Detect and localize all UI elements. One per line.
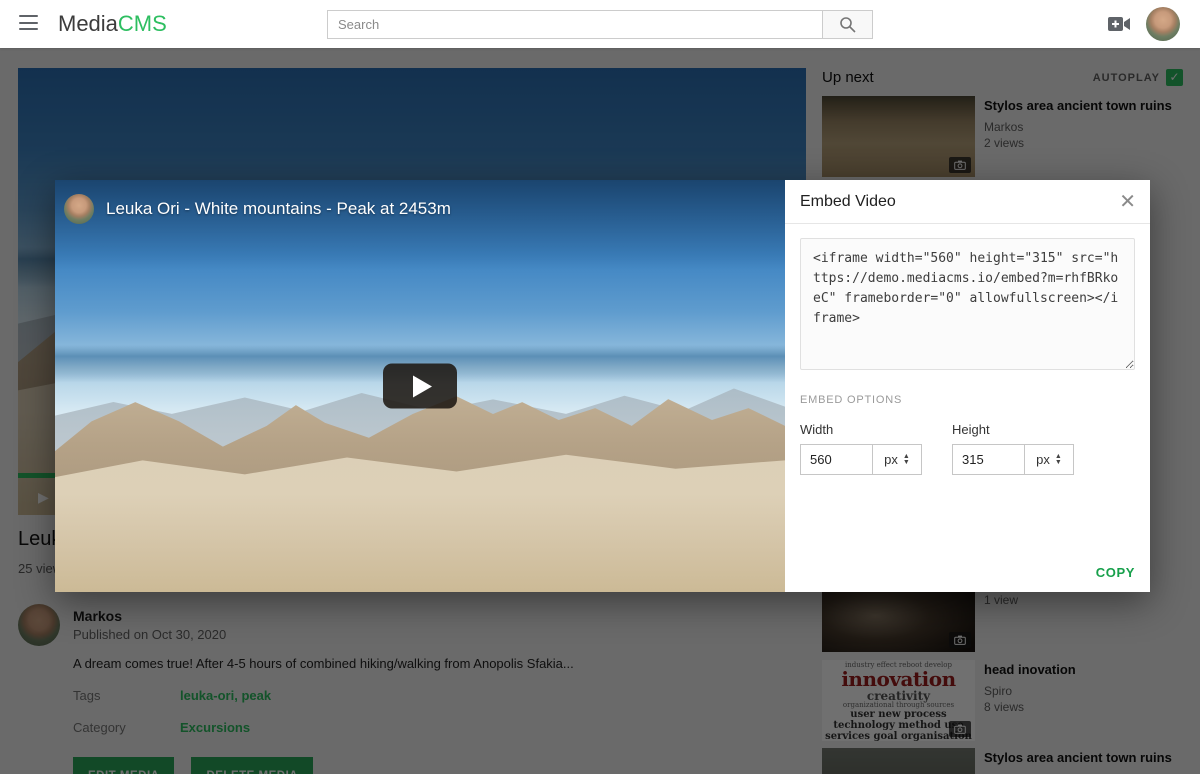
preview-foreground [55, 452, 785, 592]
search-bar [327, 10, 873, 39]
logo-text-cms: CMS [118, 11, 167, 36]
embed-video-modal: Leuka Ori - White mountains - Peak at 24… [55, 180, 1150, 592]
play-icon [413, 375, 432, 397]
logo-text-media: Media [58, 11, 118, 36]
search-icon [839, 16, 856, 33]
height-label: Height [952, 422, 1074, 437]
preview-play-button[interactable] [383, 364, 457, 409]
menu-icon[interactable] [19, 15, 38, 30]
copy-button[interactable]: COPY [1096, 565, 1135, 580]
mediacms-app: ▶ Leuka Ori - White mountains - Peak at … [0, 0, 1200, 774]
unit-value: px [1036, 452, 1050, 467]
mediacms-logo[interactable]: MediaCMS [58, 11, 167, 37]
close-icon[interactable]: ✕ [1119, 191, 1136, 213]
upload-media-button[interactable] [1107, 15, 1131, 38]
embed-code-textarea[interactable]: <iframe width="560" height="315" src="ht… [800, 238, 1135, 370]
width-unit-select[interactable]: px ▲▼ [872, 444, 922, 475]
search-input[interactable] [327, 10, 822, 39]
user-avatar[interactable] [1146, 7, 1180, 41]
search-button[interactable] [822, 10, 873, 39]
width-label: Width [800, 422, 922, 437]
embed-options-panel: Embed Video ✕ <iframe width="560" height… [785, 180, 1150, 592]
top-navbar: MediaCMS [0, 0, 1200, 48]
height-unit-select[interactable]: px ▲▼ [1024, 444, 1074, 475]
width-input[interactable] [800, 444, 873, 475]
video-camera-plus-icon [1107, 15, 1131, 33]
height-input[interactable] [952, 444, 1025, 475]
preview-channel-avatar[interactable] [64, 194, 94, 224]
preview-video-title: Leuka Ori - White mountains - Peak at 24… [106, 199, 451, 219]
select-arrows-icon: ▲▼ [1055, 454, 1062, 466]
unit-value: px [884, 452, 898, 467]
select-arrows-icon: ▲▼ [903, 454, 910, 466]
embed-preview-player[interactable]: Leuka Ori - White mountains - Peak at 24… [55, 180, 785, 592]
embed-options-label: EMBED OPTIONS [800, 394, 1135, 406]
modal-title: Embed Video [800, 180, 896, 224]
